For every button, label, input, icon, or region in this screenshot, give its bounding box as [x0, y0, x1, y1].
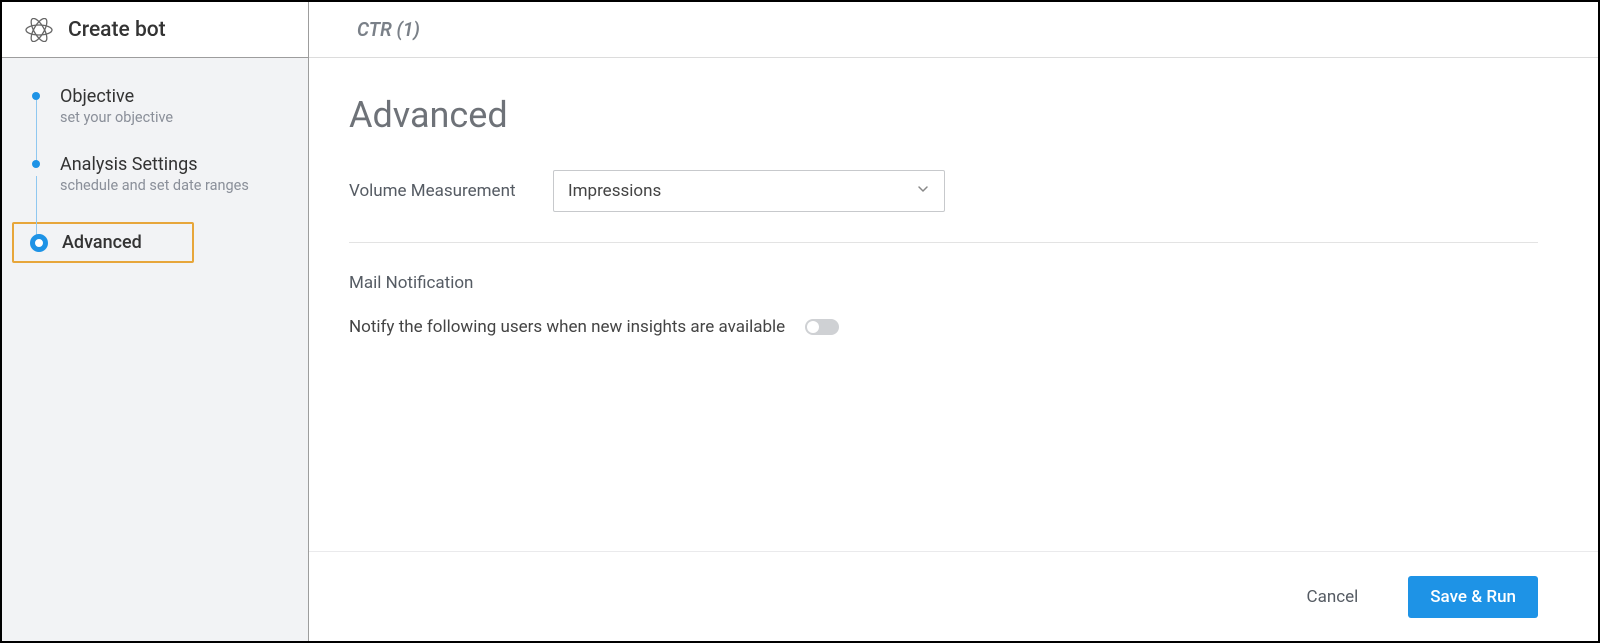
volume-measurement-row: Volume Measurement Impressions — [349, 170, 1538, 212]
step-subtitle: set your objective — [60, 109, 308, 126]
mail-notification-label: Mail Notification — [349, 273, 1538, 293]
save-run-button[interactable]: Save & Run — [1408, 576, 1538, 618]
notify-row: Notify the following users when new insi… — [349, 317, 1538, 337]
step-title: Objective — [60, 86, 308, 107]
wizard-step-advanced[interactable]: Advanced — [12, 222, 194, 263]
footer: Cancel Save & Run — [309, 551, 1598, 641]
sidebar-header: Create bot — [2, 2, 308, 58]
app-frame: Create bot Objective set your objective … — [0, 0, 1600, 643]
sidebar: Create bot Objective set your objective … — [2, 2, 309, 641]
step-connector — [36, 100, 37, 166]
step-active-dot-icon — [30, 234, 48, 252]
cancel-button[interactable]: Cancel — [1285, 576, 1381, 618]
chevron-down-icon — [916, 181, 930, 201]
select-value: Impressions — [568, 181, 661, 201]
notify-toggle[interactable] — [805, 319, 839, 335]
step-dot-icon — [32, 160, 40, 168]
step-title: Analysis Settings — [60, 154, 308, 175]
step-subtitle: schedule and set date ranges — [60, 177, 308, 194]
main-panel: CTR (1) Advanced Volume Measurement Impr… — [309, 2, 1598, 641]
notify-text: Notify the following users when new insi… — [349, 317, 785, 337]
wizard-step-objective[interactable]: Objective set your objective — [2, 86, 308, 126]
toggle-knob — [807, 321, 819, 333]
step-dot-icon — [32, 92, 40, 100]
sidebar-title: Create bot — [68, 18, 166, 42]
divider — [349, 242, 1538, 243]
wizard-step-analysis-settings[interactable]: Analysis Settings schedule and set date … — [2, 154, 308, 194]
wizard-steps: Objective set your objective Analysis Se… — [2, 58, 308, 291]
volume-measurement-label: Volume Measurement — [349, 181, 529, 201]
step-title: Advanced — [62, 232, 192, 253]
main-header: CTR (1) — [309, 2, 1598, 58]
breadcrumb: CTR (1) — [357, 18, 420, 41]
volume-measurement-select[interactable]: Impressions — [553, 170, 945, 212]
page-title: Advanced — [349, 94, 1538, 136]
bot-logo-icon — [24, 18, 54, 42]
step-connector — [36, 176, 37, 240]
